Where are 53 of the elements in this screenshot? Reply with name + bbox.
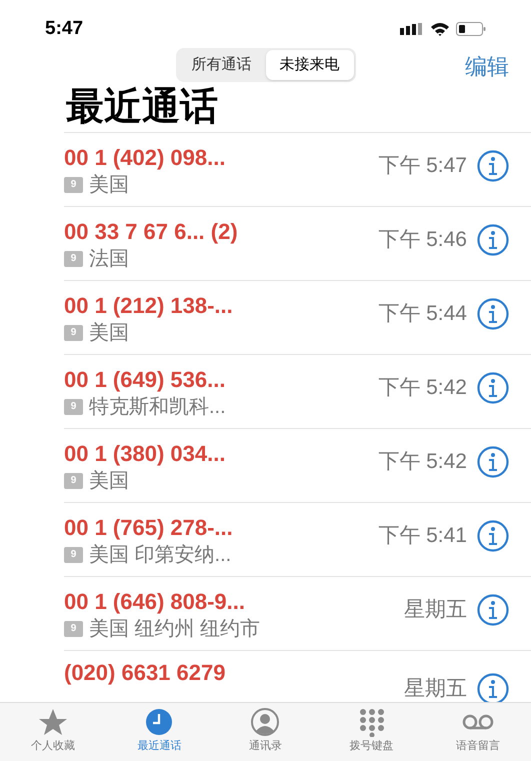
info-icon[interactable]	[477, 298, 509, 330]
tab-bar-item[interactable]: 语音留言	[432, 707, 523, 761]
sim-badge: 9	[64, 398, 83, 414]
info-icon[interactable]	[477, 224, 509, 256]
call-time: 下午 5:44	[378, 300, 467, 327]
sim-badge: 9	[64, 472, 83, 488]
caller-location: 美国 纽约州 纽约市	[89, 616, 260, 642]
caller-number: 00 1 (402) 098...	[64, 144, 226, 172]
caller-location: 特克斯和凯科...	[89, 394, 226, 420]
tab-bar-item[interactable]: 拨号键盘	[326, 707, 417, 761]
caller-number: 00 1 (649) 536...	[64, 366, 226, 394]
info-icon[interactable]	[477, 150, 509, 182]
caller-number: 00 1 (212) 138-...	[64, 292, 234, 320]
caller-location: 美国	[89, 320, 129, 346]
call-time: 下午 5:42	[378, 448, 467, 475]
sim-badge: 9	[64, 546, 83, 562]
person-icon	[249, 707, 282, 737]
segment-tab[interactable]: 未接来电	[266, 50, 354, 80]
sim-badge: 9	[64, 620, 83, 636]
info-icon[interactable]	[477, 520, 509, 552]
call-time: 下午 5:42	[378, 374, 467, 401]
call-time: 下午 5:47	[378, 152, 467, 179]
signal-icon	[400, 23, 424, 35]
caller-number: 00 1 (380) 034...	[64, 440, 226, 468]
caller-number: 00 33 7 67 6... (2)	[64, 218, 239, 246]
caller-location: 美国 印第安纳...	[89, 542, 232, 568]
caller-number: 00 1 (765) 278-...	[64, 514, 234, 542]
call-time: 星期五	[404, 676, 467, 702]
tab-bar-item[interactable]: 最近通话	[114, 707, 204, 761]
call-time: 星期五	[404, 596, 467, 623]
caller-number: (020) 6631 6279	[64, 659, 226, 687]
info-icon[interactable]	[477, 594, 509, 626]
call-time: 下午 5:41	[378, 522, 467, 549]
tab-bar-item[interactable]: 通讯录	[220, 707, 310, 761]
caller-location: 美国	[89, 468, 129, 494]
sim-badge: 9	[64, 324, 83, 340]
wifi-icon	[430, 22, 450, 36]
caller-location: 美国	[89, 172, 129, 198]
info-icon[interactable]	[477, 372, 509, 404]
caller-location: 法国	[89, 246, 129, 272]
call-time: 下午 5:46	[378, 226, 467, 253]
page-title: 最近通话	[66, 85, 219, 130]
caller-number: 00 1 (646) 808-9...	[64, 588, 246, 616]
info-icon[interactable]	[477, 672, 509, 704]
edit-button[interactable]: 编辑	[465, 50, 509, 83]
battery-icon	[456, 22, 486, 36]
segment-tab[interactable]: 所有通话	[178, 50, 266, 80]
tab-bar-item[interactable]: 个人收藏	[8, 707, 98, 761]
sim-badge: 9	[64, 176, 83, 192]
info-icon[interactable]	[477, 446, 509, 478]
sim-badge: 9	[64, 250, 83, 266]
status-time: 5:47	[45, 16, 84, 41]
star-icon	[37, 707, 70, 737]
